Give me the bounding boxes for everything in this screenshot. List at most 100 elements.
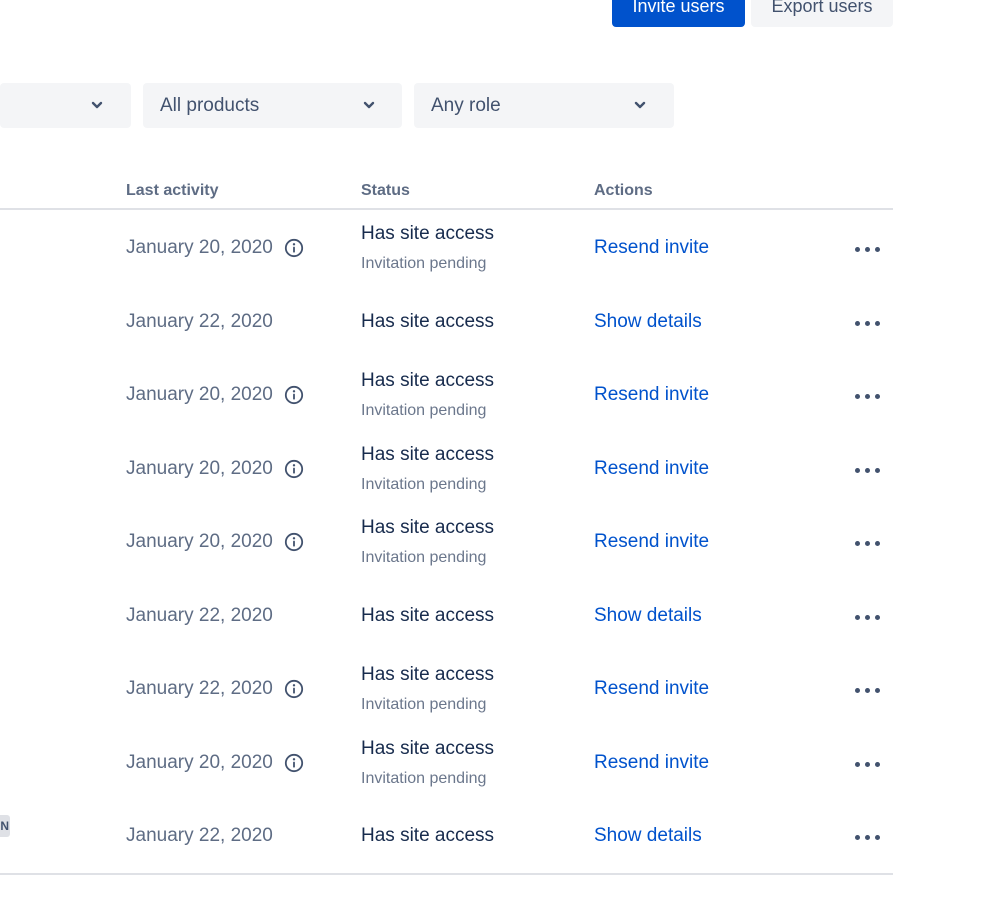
more-icon-dot xyxy=(865,394,870,399)
last-activity-date: January 20, 2020 xyxy=(126,531,273,552)
resend-invite-link[interactable]: Resend invite xyxy=(594,530,709,554)
more-icon[interactable] xyxy=(852,460,884,480)
more-icon-dot xyxy=(855,688,860,693)
table-row: January 20, 2020 Has site access Invitatio… xyxy=(0,727,893,800)
more-icon-dot xyxy=(855,320,860,326)
more-icon[interactable] xyxy=(852,313,884,333)
status-text: Has site access xyxy=(361,443,495,465)
more-icon-dot xyxy=(875,541,880,546)
chevron-down-icon xyxy=(363,101,375,109)
status-subtext: Invitation pending xyxy=(361,402,487,419)
more-icon[interactable] xyxy=(852,386,884,406)
status-text: Has site access xyxy=(361,517,495,538)
last-activity-date: January 20, 2020 xyxy=(126,457,273,479)
more-icon-dot xyxy=(855,247,860,252)
more-icon-dot xyxy=(875,761,880,767)
status-text: Has site access xyxy=(361,370,495,391)
info-icon[interactable] xyxy=(284,679,304,699)
more-icon-dot xyxy=(875,394,880,399)
table-row: January 20, 2020 Has site access Invitatio… xyxy=(0,433,893,506)
table-row: January 20, 2020 Has site access Invitatio… xyxy=(0,506,893,579)
status-subtext: Invitation pending xyxy=(361,696,487,713)
table-row: January 22, 2020 Has site access Show deta… xyxy=(0,286,893,359)
more-icon-dot xyxy=(865,320,870,326)
info-icon[interactable] xyxy=(284,532,304,552)
role-filter-value: Any role xyxy=(431,95,501,116)
status-text: Has site access xyxy=(361,825,495,846)
more-icon-dot xyxy=(855,467,860,473)
resend-invite-link[interactable]: Resend invite xyxy=(594,383,709,407)
status-subtext: Invitation pending xyxy=(361,475,487,493)
more-icon-dot xyxy=(865,614,870,620)
status-subtext: Invitation pending xyxy=(361,769,487,787)
table-row: January 22, 2020 Has site access Invitatio… xyxy=(0,653,893,726)
info-icon[interactable] xyxy=(284,753,304,773)
status-text: Has site access xyxy=(361,223,495,244)
more-icon-dot xyxy=(855,835,860,840)
more-icon-dot xyxy=(875,835,880,840)
status-text: Has site access xyxy=(361,604,495,626)
more-icon-dot xyxy=(865,247,870,252)
filter-dropdown[interactable] xyxy=(0,83,131,128)
products-filter-value: All products xyxy=(160,95,260,116)
column-header-actions: Actions xyxy=(594,182,653,199)
last-activity-date: January 22, 2020 xyxy=(126,678,273,699)
more-icon-dot xyxy=(875,247,880,252)
last-activity-date: January 22, 2020 xyxy=(126,310,273,332)
status-text: Has site access xyxy=(361,664,495,685)
resend-invite-link[interactable]: Resend invite xyxy=(594,236,709,260)
more-icon-dot xyxy=(875,688,880,693)
show-details-link[interactable]: Show details xyxy=(594,310,702,334)
more-icon-dot xyxy=(855,761,860,767)
last-activity-date: January 20, 2020 xyxy=(126,384,273,405)
more-icon-dot xyxy=(865,541,870,546)
info-icon[interactable] xyxy=(284,385,304,405)
more-icon[interactable] xyxy=(852,239,884,259)
info-icon[interactable] xyxy=(284,238,304,258)
export-users-button[interactable]: Export users xyxy=(751,0,893,27)
status-subtext: Invitation pending xyxy=(361,255,487,272)
table-row: January 20, 2020 Has site access Invitatio… xyxy=(0,212,893,285)
info-icon[interactable] xyxy=(284,459,304,479)
more-icon-dot xyxy=(855,541,860,546)
more-icon-dot xyxy=(875,320,880,326)
status-text: Has site access xyxy=(361,737,495,759)
more-icon[interactable] xyxy=(852,607,884,627)
more-icon[interactable] xyxy=(852,680,884,700)
table-row: January 22, 2020 Has site access Show deta… xyxy=(0,800,893,873)
products-filter-dropdown[interactable]: All products xyxy=(143,83,402,128)
more-icon[interactable] xyxy=(852,754,884,774)
user-lozenge-text: N xyxy=(0,819,9,833)
more-icon-dot xyxy=(855,614,860,620)
resend-invite-link[interactable]: Resend invite xyxy=(594,457,709,481)
more-icon-dot xyxy=(855,394,860,399)
more-icon-dot xyxy=(865,835,870,840)
more-icon-dot xyxy=(875,467,880,473)
more-icon-dot xyxy=(865,688,870,693)
show-details-link[interactable]: Show details xyxy=(594,604,702,628)
resend-invite-link[interactable]: Resend invite xyxy=(594,751,709,775)
last-activity-date: January 20, 2020 xyxy=(126,751,273,773)
more-icon[interactable] xyxy=(852,827,884,847)
table-row: January 22, 2020 Has site access Show deta… xyxy=(0,580,893,653)
show-details-link[interactable]: Show details xyxy=(594,824,702,848)
status-text: Has site access xyxy=(361,310,495,332)
more-icon-dot xyxy=(865,467,870,473)
chevron-down-icon xyxy=(634,101,646,109)
more-icon[interactable] xyxy=(852,533,884,553)
invite-users-button[interactable]: Invite users xyxy=(612,0,745,27)
table-header-divider xyxy=(0,208,893,210)
last-activity-date: January 22, 2020 xyxy=(126,604,273,626)
resend-invite-link[interactable]: Resend invite xyxy=(594,677,709,701)
last-activity-date: January 22, 2020 xyxy=(126,825,273,846)
status-subtext: Invitation pending xyxy=(361,549,487,566)
table-bottom-divider xyxy=(0,873,893,875)
role-filter-dropdown[interactable]: Any role xyxy=(414,83,674,128)
more-icon-dot xyxy=(875,614,880,620)
user-lozenge: N xyxy=(0,815,10,837)
more-icon-dot xyxy=(865,761,870,767)
last-activity-date: January 20, 2020 xyxy=(126,237,273,258)
table-row: January 20, 2020 Has site access Invitatio… xyxy=(0,359,893,432)
column-header-status: Status xyxy=(361,182,410,199)
column-header-last-activity: Last activity xyxy=(126,182,219,199)
